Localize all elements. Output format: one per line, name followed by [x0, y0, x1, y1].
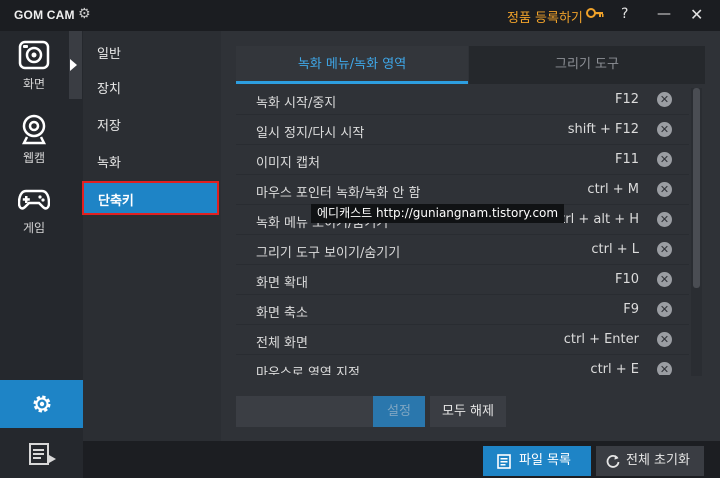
- record-list-icon: [29, 443, 56, 465]
- refresh-icon: [606, 455, 620, 468]
- remove-shortcut-icon[interactable]: ✕: [657, 302, 672, 317]
- shortcut-key: ctrl + E: [590, 362, 639, 375]
- nav-item-game[interactable]: 게임: [0, 175, 68, 243]
- shortcut-name: 녹화 시작/중지: [256, 96, 337, 111]
- submenu-record[interactable]: 녹화: [97, 152, 121, 171]
- shortcut-key: ctrl + M: [587, 182, 639, 197]
- remove-shortcut-icon[interactable]: ✕: [657, 242, 672, 257]
- remove-shortcut-icon[interactable]: ✕: [657, 152, 672, 167]
- submenu-save[interactable]: 저장: [97, 115, 121, 134]
- file-list-button[interactable]: 파일 목록: [483, 446, 591, 476]
- nav-label-webcam: 웹캠: [22, 151, 46, 165]
- shortcut-key-input[interactable]: [236, 396, 373, 427]
- remove-shortcut-icon[interactable]: ✕: [657, 332, 672, 347]
- submenu-shortcut[interactable]: 단축키: [82, 181, 219, 215]
- shortcut-name: 화면 확대: [256, 276, 308, 291]
- shortcut-name: 화면 축소: [256, 306, 308, 321]
- submenu-device[interactable]: 장치: [97, 78, 121, 97]
- table-row[interactable]: 그리기 도구 보이기/숨기기 ctrl + L ✕: [236, 235, 689, 265]
- shortcut-list: 녹화 시작/중지 F12 ✕ 일시 정지/다시 시작 shift + F12 ✕…: [236, 85, 689, 375]
- shortcut-name: 마우스로 영역 지정: [256, 366, 360, 375]
- remove-shortcut-icon[interactable]: ✕: [657, 122, 672, 137]
- webcam-icon: [21, 114, 47, 145]
- remove-shortcut-icon[interactable]: ✕: [657, 212, 672, 227]
- table-row[interactable]: 이미지 캡처 F11 ✕: [236, 145, 689, 175]
- remove-shortcut-icon[interactable]: ✕: [657, 272, 672, 287]
- settings-button[interactable]: [0, 380, 83, 428]
- minimize-button[interactable]: —: [657, 6, 671, 22]
- shortcut-key: ctrl + Enter: [563, 332, 639, 347]
- table-row[interactable]: 화면 축소 F9 ✕: [236, 295, 689, 325]
- content-panel: 녹화 메뉴/녹화 영역 그리기 도구 녹화 시작/중지 F12 ✕ 일시 정지/…: [221, 31, 720, 441]
- shortcut-name: 일시 정지/다시 시작: [256, 126, 365, 141]
- gear-icon: [33, 395, 51, 413]
- shortcut-key: ctrl + L: [591, 242, 639, 257]
- left-nav: 화면 웹캠 게임: [0, 31, 83, 478]
- submenu-shortcut-label: 단축키: [98, 194, 134, 209]
- register-link[interactable]: 정품 등록하기: [507, 7, 583, 26]
- shortcut-name: 마우스 포인터 녹화/녹화 안 함: [256, 186, 421, 201]
- scrollbar-thumb[interactable]: [693, 88, 700, 288]
- tab-record-menu[interactable]: 녹화 메뉴/녹화 영역: [236, 46, 468, 84]
- app-logo: GOM CAM: [14, 8, 75, 22]
- shortcut-key: F10: [614, 272, 639, 287]
- shortcut-name: 이미지 캡처: [256, 156, 320, 171]
- settings-submenu: 일반 장치 저장 녹화 단축키: [82, 31, 221, 441]
- set-button[interactable]: 설정: [373, 396, 425, 427]
- remove-shortcut-icon[interactable]: ✕: [657, 362, 672, 375]
- shortcut-key: ctrl + alt + H: [553, 212, 639, 227]
- shortcut-name: 전체 화면: [256, 336, 308, 351]
- shortcut-name: 그리기 도구 보이기/숨기기: [256, 246, 401, 261]
- clear-all-button[interactable]: 모두 해제: [430, 396, 506, 427]
- tab-draw-tools[interactable]: 그리기 도구: [469, 46, 705, 84]
- file-list-label: 파일 목록: [519, 453, 571, 468]
- help-button[interactable]: ?: [621, 6, 628, 22]
- shortcut-list-scrollbar[interactable]: [691, 88, 702, 376]
- submenu-general[interactable]: 일반: [97, 43, 121, 62]
- remove-shortcut-icon[interactable]: ✕: [657, 92, 672, 107]
- tooltip-overlay: 에디캐스트 http://guniangnam.tistory.com: [311, 204, 565, 223]
- screen-record-icon: [18, 40, 50, 70]
- shortcut-key: F12: [614, 92, 639, 107]
- shortcut-key: shift + F12: [567, 122, 639, 137]
- table-row[interactable]: 일시 정지/다시 시작 shift + F12 ✕: [236, 115, 689, 145]
- gamepad-icon: [18, 189, 50, 210]
- key-icon[interactable]: [586, 6, 604, 24]
- nav-label-screen: 화면: [22, 77, 46, 91]
- record-list-button[interactable]: [0, 431, 83, 478]
- close-button[interactable]: ✕: [690, 5, 703, 24]
- file-list-icon: [497, 454, 511, 469]
- table-row[interactable]: 전체 화면 ctrl + Enter ✕: [236, 325, 689, 355]
- title-bar: GOM CAM ⚙ 정품 등록하기 ? — ✕: [0, 0, 720, 31]
- remove-shortcut-icon[interactable]: ✕: [657, 182, 672, 197]
- reset-all-label: 전체 초기화: [626, 453, 690, 468]
- app-settings-icon[interactable]: ⚙: [78, 6, 91, 22]
- shortcut-key: F11: [614, 152, 639, 167]
- table-row[interactable]: 화면 확대 F10 ✕: [236, 265, 689, 295]
- table-row[interactable]: 마우스로 영역 지정 ctrl + E ✕: [236, 355, 689, 375]
- nav-label-game: 게임: [22, 221, 46, 235]
- table-row[interactable]: 녹화 시작/중지 F12 ✕: [236, 85, 689, 115]
- shortcut-key: F9: [623, 302, 639, 317]
- key-icon-svg: [586, 8, 604, 18]
- table-row[interactable]: 마우스 포인터 녹화/녹화 안 함 ctrl + M ✕: [236, 175, 689, 205]
- nav-item-screen[interactable]: 화면: [0, 31, 68, 99]
- nav-active-arrow-icon: [70, 59, 77, 71]
- nav-item-webcam[interactable]: 웹캠: [0, 105, 68, 173]
- reset-all-button[interactable]: 전체 초기화: [596, 446, 704, 476]
